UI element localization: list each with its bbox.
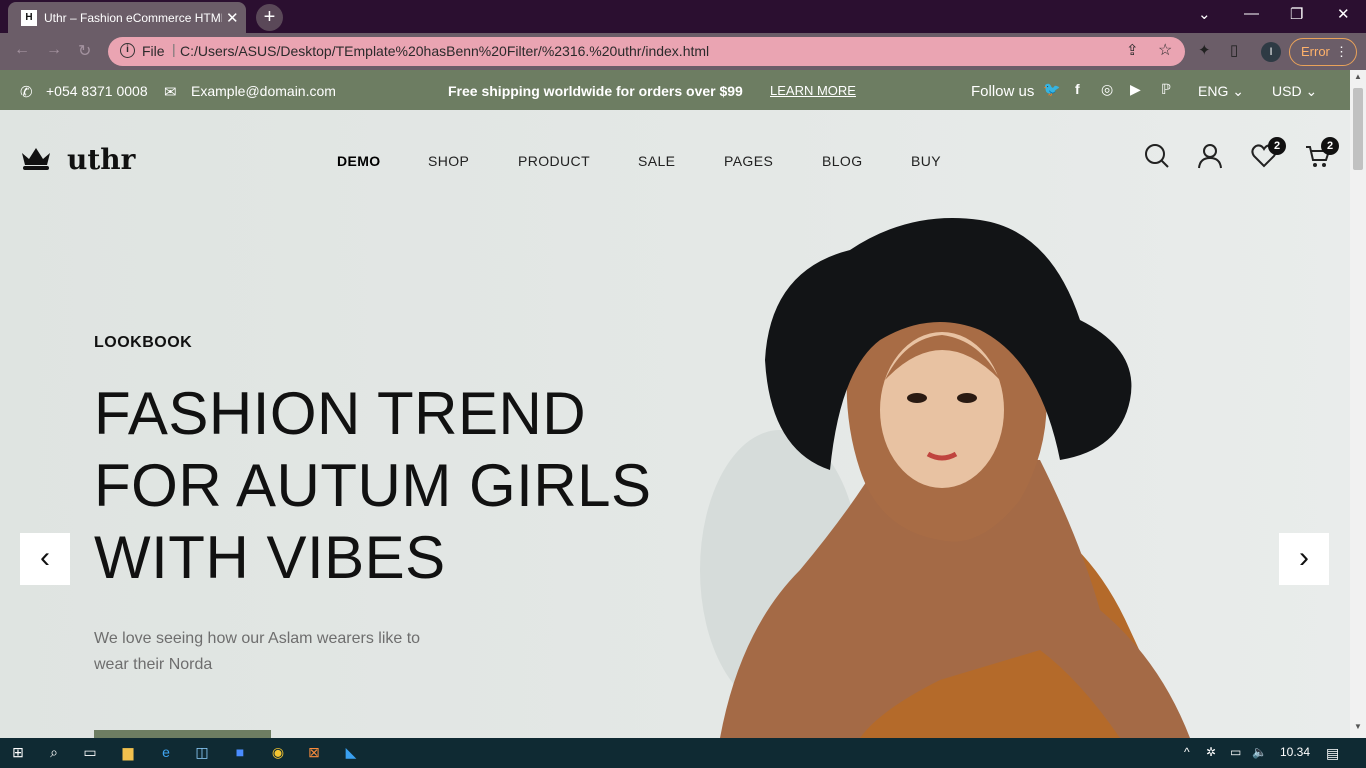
tab-title: Uthr – Fashion eCommerce HTML [44,11,222,25]
currency-value: USD [1272,83,1302,99]
bookmark-star-icon[interactable]: ☆ [1158,40,1172,60]
site-header: uthr DEMO SHOP PRODUCT SALE PAGES BLOG B… [0,110,1350,210]
slider-next-arrow[interactable]: › [1279,533,1329,585]
hero-headline: FASHION TREND FOR AUTUM GIRLS WITH VIBES [94,378,694,594]
new-tab-button[interactable]: + [256,4,283,31]
minimize-button[interactable]: — [1244,5,1259,22]
scrollbar-thumb[interactable] [1353,88,1363,170]
nav-buy[interactable]: BUY [911,153,941,169]
phone-icon: ✆ [20,84,33,101]
scroll-up-icon[interactable]: ▲ [1354,72,1362,81]
tab-search-icon[interactable]: ⌄ [1198,5,1211,23]
file-label: File [142,43,165,59]
follow-us-label: Follow us [971,83,1035,100]
extensions-icon[interactable]: ✦ [1198,41,1211,59]
account-icon[interactable] [1197,143,1223,169]
youtube-icon[interactable]: ▶ [1130,81,1141,98]
nav-sale[interactable]: SALE [638,153,675,169]
slider-prev-arrow[interactable]: ‹ [20,533,70,585]
clock-time[interactable]: 10.34 [1280,745,1310,759]
close-window-button[interactable]: ✕ [1337,5,1350,23]
promo-topbar: ✆ +054 8371 0008 ✉ Example@domain.com Fr… [0,70,1350,110]
browser-tab[interactable]: H Uthr – Fashion eCommerce HTML ✕ [8,2,246,33]
battery-icon[interactable]: ▭ [1230,745,1241,759]
nav-blog[interactable]: BLOG [822,153,863,169]
back-button[interactable]: ← [14,41,30,59]
restore-button[interactable]: ❐ [1290,5,1303,23]
chrome-icon[interactable]: ◉ [268,744,288,762]
hero-subtitle: We love seeing how our Aslam wearers lik… [94,630,421,673]
email-address[interactable]: Example@domain.com [191,83,336,99]
headline-line-3: WITH VIBES [94,524,446,591]
tab-close-icon[interactable]: ✕ [226,9,239,27]
hero-cta-button[interactable] [94,730,271,738]
favicon-icon: H [21,10,37,26]
headline-line-1: FASHION TREND [94,380,587,447]
volume-icon[interactable]: 🔈 [1252,745,1267,759]
start-icon[interactable]: ⊞ [8,744,28,762]
pinterest-icon[interactable]: ℙ [1161,81,1171,98]
zoom-icon[interactable]: ■ [230,744,250,762]
file-explorer-icon[interactable]: ▆ [118,744,138,762]
forward-button[interactable]: → [46,41,62,59]
mail-icon: ✉ [164,84,177,101]
menu-dots-icon[interactable]: ⋮ [1335,39,1348,65]
nav-shop[interactable]: SHOP [428,153,469,169]
xampp-icon[interactable]: ⊠ [304,744,324,762]
facebook-icon[interactable]: f [1075,81,1080,97]
instagram-icon[interactable]: ◎ [1101,81,1113,98]
side-panel-icon[interactable]: ▯ [1230,41,1238,59]
taskbar-search-icon[interactable]: ⌕ [44,744,64,762]
nav-pages[interactable]: PAGES [724,153,773,169]
wishlist-count-badge: 2 [1268,137,1286,155]
omnibox[interactable]: i File | C:/Users/ASUS/Desktop/TEmplate%… [108,37,1185,66]
tab-strip: H Uthr – Fashion eCommerce HTML ✕ + ⌄ — … [0,0,1366,33]
cart-count-badge: 2 [1321,137,1339,155]
hero-eyebrow: LOOKBOOK [94,334,193,351]
profile-avatar[interactable]: I [1261,42,1281,62]
store-icon[interactable]: ◫ [192,744,212,762]
info-icon[interactable]: i [120,43,135,58]
vscode-icon[interactable]: ◣ [341,744,361,762]
share-icon[interactable]: ⇪ [1126,41,1139,59]
twitter-icon[interactable]: 🐦 [1043,81,1060,98]
scroll-down-icon[interactable]: ▼ [1354,722,1362,731]
edge-icon[interactable]: e [156,744,176,762]
crown-logo-icon[interactable] [20,145,52,171]
currency-selector[interactable]: USD ⌄ [1272,83,1317,100]
nav-product[interactable]: PRODUCT [518,153,590,169]
learn-more-link[interactable]: LEARN MORE [770,83,856,98]
tray-expand-icon[interactable]: ^ [1184,745,1190,759]
separator: | [172,41,176,57]
network-icon[interactable]: ✲ [1206,745,1216,759]
language-selector[interactable]: ENG ⌄ [1198,83,1244,100]
windows-taskbar: ⊞ ⌕ ▭ ▆ e ◫ ■ ◉ ⊠ ◣ ^ ✲ ▭ 🔈 10.34 ▤ [0,738,1366,768]
notifications-icon[interactable]: ▤ [1326,745,1339,762]
error-label: Error [1301,44,1330,59]
search-icon[interactable] [1144,143,1170,169]
hero-model-image [700,218,1190,738]
error-button[interactable]: Error ⋮ [1289,38,1357,66]
language-value: ENG [1198,83,1229,99]
nav-demo[interactable]: DEMO [337,153,381,169]
url-text[interactable]: C:/Users/ASUS/Desktop/TEmplate%20hasBenn… [180,43,709,59]
address-bar-row: ← → ↻ i File | C:/Users/ASUS/Desktop/TEm… [0,33,1366,70]
reload-button[interactable]: ↻ [78,41,91,61]
site-logo[interactable]: uthr [67,143,135,176]
page-viewport: ✆ +054 8371 0008 ✉ Example@domain.com Fr… [0,70,1350,738]
phone-number[interactable]: +054 8371 0008 [46,83,148,99]
headline-line-2: FOR AUTUM GIRLS [94,452,652,519]
task-view-icon[interactable]: ▭ [80,744,100,762]
shipping-notice: Free shipping worldwide for orders over … [448,83,743,99]
page-scrollbar[interactable]: ▲ ▼ [1350,70,1366,738]
